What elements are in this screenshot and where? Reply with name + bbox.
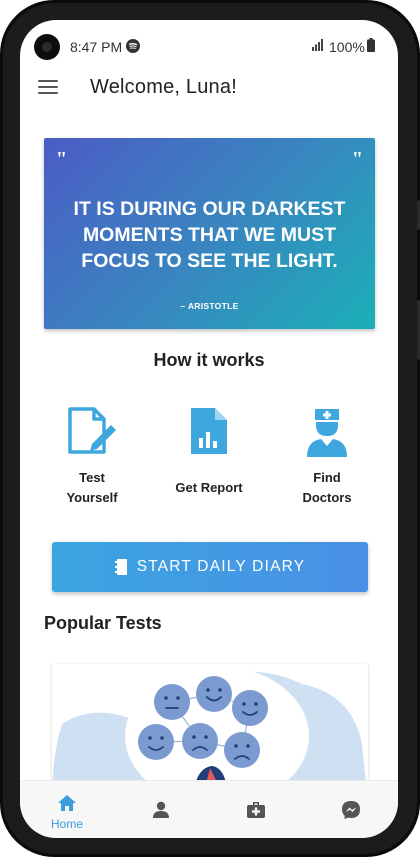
how-item-get-report[interactable]: Get Report (159, 406, 259, 498)
doctor-icon (307, 409, 347, 457)
how-item-label: Test Yourself (66, 470, 118, 505)
front-camera (34, 34, 60, 60)
start-daily-diary-label: START DAILY DIARY (136, 558, 306, 575)
spotify-icon (126, 39, 140, 53)
signal-icon (312, 39, 323, 51)
home-icon (58, 795, 76, 811)
messenger-icon (342, 801, 360, 819)
quote-banner: " " IT IS DURING OUR DARKEST MOMENTS THA… (44, 138, 375, 329)
how-it-works-title: How it works (153, 350, 265, 370)
status-bar: 8:47 PM 100% (20, 20, 398, 72)
quote-text: IT IS DURING OUR DARKEST MOMENTS THAT WE… (73, 198, 346, 272)
welcome-title: Welcome, Luna! (90, 76, 237, 98)
app-screen: 8:47 PM 100% Welcome, Luna! " " IT IS DU… (20, 20, 398, 838)
bottom-navigation: Home (20, 780, 398, 838)
open-quote-mark: " (56, 148, 68, 170)
report-chart-icon (191, 408, 227, 454)
edit-document-icon (68, 407, 116, 454)
notebook-icon (114, 559, 127, 575)
how-item-find-doctors[interactable]: Find Doctors (277, 406, 377, 508)
how-item-label: Get Report (175, 480, 243, 495)
person-icon (153, 801, 169, 818)
status-time: 8:47 PM (70, 39, 123, 55)
how-item-test-yourself[interactable]: Test Yourself (42, 406, 142, 508)
nav-medical[interactable] (209, 781, 303, 838)
quote-author: – ARISTOTLE (180, 301, 239, 311)
popular-tests-title: Popular Tests (44, 613, 162, 633)
nav-home-label: Home (50, 817, 83, 831)
nav-chat[interactable] (304, 781, 398, 838)
battery-percentage: 100% (329, 39, 365, 55)
nav-profile[interactable] (114, 781, 208, 838)
start-daily-diary-button[interactable]: START DAILY DIARY (52, 542, 368, 592)
nav-home[interactable]: Home (20, 781, 114, 838)
close-quote-mark: " (351, 148, 363, 170)
medical-kit-icon (247, 802, 265, 818)
battery-icon (367, 38, 375, 52)
phone-frame: 8:47 PM 100% Welcome, Luna! " " IT IS DU… (0, 0, 420, 857)
hamburger-menu-icon[interactable] (38, 80, 58, 96)
how-item-label: Find Doctors (302, 470, 352, 505)
